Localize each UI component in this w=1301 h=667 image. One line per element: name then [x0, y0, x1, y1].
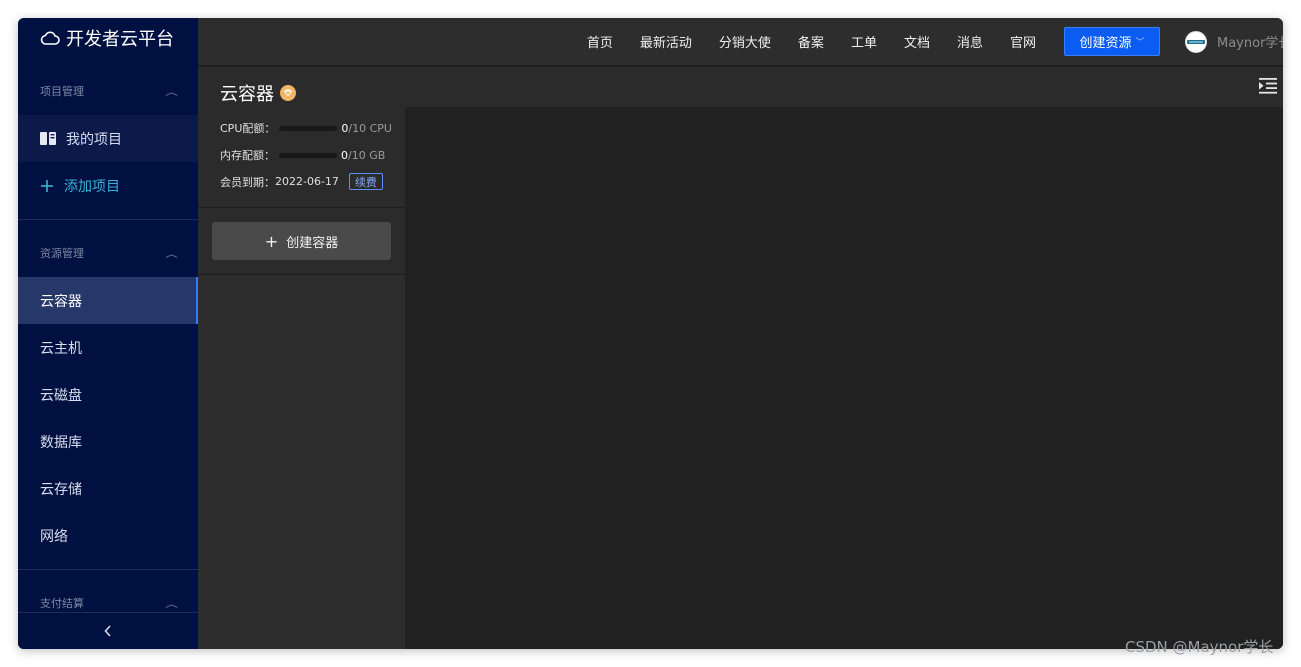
sidebar-item-label: 云容器	[40, 293, 82, 310]
divider	[198, 207, 405, 208]
top-navbar: 首页 最新活动 分销大使 备案 工单 文档 消息 官网 创建资源 ﹀ Mayno…	[198, 18, 1283, 66]
sidebar-item-network[interactable]: 网络	[18, 512, 198, 559]
cpu-quota: CPU配额： 0 /10 CPU	[220, 120, 392, 136]
chevron-down-icon: ﹀	[1135, 38, 1145, 48]
chevron-left-icon	[104, 625, 111, 637]
sidebar-item-label: 我的项目	[66, 131, 122, 148]
sidebar-item-database[interactable]: 数据库	[18, 418, 198, 465]
nav-link-latest-activities[interactable]: 最新活动	[640, 32, 692, 51]
sidebar-item-cloud-host[interactable]: 云主机	[18, 324, 198, 371]
brand[interactable]: 开发者云平台	[18, 18, 198, 58]
panel-title-text: 云容器	[220, 84, 274, 105]
sidebar-item-label: 云磁盘	[40, 387, 82, 404]
expiry-date: 2022-06-17	[275, 175, 339, 188]
nav-link-official-site[interactable]: 官网	[1010, 32, 1036, 51]
group-project-management[interactable]: 项目管理 ︿	[18, 80, 198, 102]
watermark: CSDN @Maynor学长	[1125, 638, 1274, 656]
sidebar-item-add-project[interactable]: 添加项目	[18, 162, 198, 209]
group-label: 资源管理	[40, 247, 84, 260]
sidebar: 开发者云平台 项目管理 ︿ 我的项目 添加项目 资源管理 ︿ 云容器 云主机 云…	[18, 18, 198, 649]
divider	[18, 219, 198, 220]
cpu-quota-label: CPU配额：	[220, 122, 276, 135]
sidebar-item-label: 云主机	[40, 340, 82, 357]
memory-quota-bar	[279, 152, 337, 158]
sidebar-item-label: 网络	[40, 528, 68, 545]
cloud-icon	[40, 31, 60, 45]
memory-quota: 内存配额： 0 /10 GB	[220, 147, 385, 163]
sidebar-item-my-projects[interactable]: 我的项目	[18, 115, 198, 162]
nav-link-tickets[interactable]: 工单	[851, 32, 877, 51]
nav-link-docs[interactable]: 文档	[904, 32, 930, 51]
avatar-logo-icon	[1187, 39, 1205, 44]
chevron-up-icon: ︿	[165, 87, 178, 98]
book-icon	[40, 132, 56, 145]
memory-quota-used: 0	[341, 148, 348, 162]
plus-icon	[40, 179, 54, 193]
container-panel: 云容器 CPU配额： 0 /10 CPU 内存配额： 0 /10 GB 会员到期…	[198, 67, 405, 649]
group-label: 支付结算	[40, 597, 84, 610]
expiry-label: 会员到期：	[220, 175, 275, 189]
create-container-label: 创建容器	[286, 235, 339, 251]
menu-indent-icon[interactable]	[1259, 78, 1277, 98]
plus-icon: +	[264, 231, 279, 251]
top-nav-links: 首页 最新活动 分销大使 备案 工单 文档 消息 官网 创建资源 ﹀ Mayno…	[587, 18, 1283, 66]
main-content	[405, 107, 1283, 649]
sidebar-collapse-button[interactable]	[18, 612, 198, 649]
sidebar-item-label: 添加项目	[64, 178, 120, 195]
sidebar-item-label: 云存储	[40, 481, 82, 498]
content-header	[405, 67, 1283, 107]
vip-diamond-icon	[280, 85, 296, 101]
sidebar-item-label: 数据库	[40, 434, 82, 451]
divider	[18, 569, 198, 570]
sidebar-item-cloud-container[interactable]: 云容器	[18, 277, 198, 324]
create-resource-button[interactable]: 创建资源 ﹀	[1064, 27, 1160, 56]
group-label: 项目管理	[40, 85, 84, 98]
create-resource-label: 创建资源	[1079, 36, 1132, 51]
container-list	[198, 275, 405, 649]
nav-link-messages[interactable]: 消息	[957, 32, 983, 51]
username[interactable]: Maynor学长	[1217, 32, 1283, 51]
group-resource-management[interactable]: 资源管理 ︿	[18, 242, 198, 264]
nav-link-affiliate[interactable]: 分销大使	[719, 32, 771, 51]
chevron-up-icon: ︿	[165, 599, 178, 610]
app-window: 开发者云平台 项目管理 ︿ 我的项目 添加项目 资源管理 ︿ 云容器 云主机 云…	[18, 18, 1283, 649]
sidebar-item-cloud-storage[interactable]: 云存储	[18, 465, 198, 512]
avatar[interactable]	[1185, 30, 1207, 53]
page-title: 云容器	[220, 80, 296, 106]
cpu-quota-bar	[279, 125, 338, 131]
memory-quota-label: 内存配额：	[220, 149, 275, 162]
nav-link-home[interactable]: 首页	[587, 32, 613, 51]
cpu-quota-limit: /10 CPU	[348, 121, 392, 135]
chevron-up-icon: ︿	[165, 249, 178, 260]
memory-quota-limit: /10 GB	[348, 148, 386, 162]
group-billing[interactable]: 支付结算 ︿	[18, 592, 198, 614]
create-container-button[interactable]: + 创建容器	[212, 222, 391, 260]
brand-title: 开发者云平台	[66, 29, 174, 50]
nav-link-filing[interactable]: 备案	[798, 32, 824, 51]
cpu-quota-used: 0	[341, 121, 349, 135]
sidebar-item-cloud-disk[interactable]: 云磁盘	[18, 371, 198, 418]
renew-button[interactable]: 续费	[348, 173, 383, 190]
membership-expiry: 会员到期： 2022-06-17 续费	[220, 173, 383, 190]
